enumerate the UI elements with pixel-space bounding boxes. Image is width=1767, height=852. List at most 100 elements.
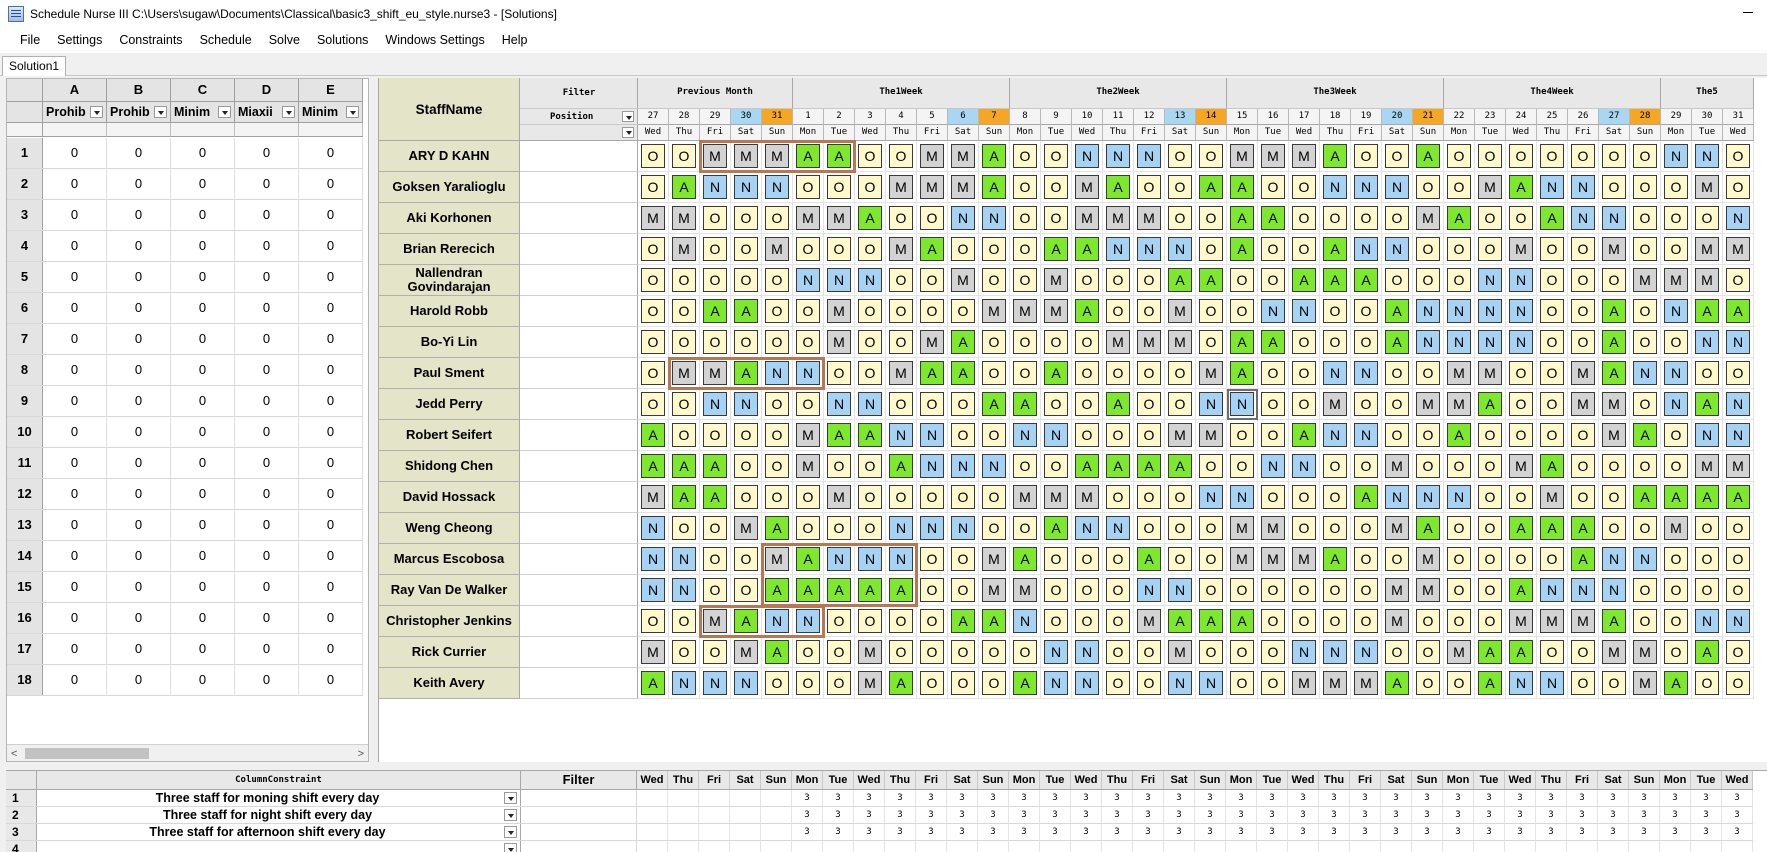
constraint-value-cell[interactable]: 0 bbox=[235, 572, 299, 602]
shift-badge[interactable]: A bbox=[1230, 361, 1254, 385]
constraint-value-cell[interactable]: 0 bbox=[107, 572, 171, 602]
shift-cell[interactable]: O bbox=[1351, 451, 1382, 482]
menu-help[interactable]: Help bbox=[502, 33, 528, 47]
shift-badge[interactable]: O bbox=[858, 516, 882, 540]
shift-cell[interactable]: O bbox=[762, 203, 793, 234]
shift-cell[interactable]: O bbox=[1103, 637, 1134, 668]
shift-cell[interactable]: A bbox=[1010, 544, 1041, 575]
constraint-count-cell[interactable]: 3 bbox=[1443, 790, 1474, 806]
shift-cell[interactable]: O bbox=[1320, 327, 1351, 358]
shift-cell[interactable]: A bbox=[1599, 358, 1630, 389]
shift-cell[interactable]: A bbox=[1475, 668, 1506, 699]
shift-cell[interactable]: M bbox=[1289, 544, 1320, 575]
shift-badge[interactable]: O bbox=[1323, 299, 1347, 323]
shift-cell[interactable]: O bbox=[793, 482, 824, 513]
constraint-count-cell[interactable] bbox=[699, 807, 730, 823]
staff-filter-cell[interactable] bbox=[520, 172, 638, 203]
shift-badge[interactable]: O bbox=[889, 206, 913, 230]
shift-cell[interactable]: O bbox=[886, 265, 917, 296]
shift-badge[interactable]: O bbox=[858, 609, 882, 633]
shift-cell[interactable]: O bbox=[1289, 234, 1320, 265]
shift-badge[interactable]: O bbox=[1571, 299, 1595, 323]
shift-cell[interactable]: O bbox=[1165, 172, 1196, 203]
shift-badge[interactable]: M bbox=[1571, 361, 1595, 385]
shift-cell[interactable]: O bbox=[1475, 575, 1506, 606]
shift-cell[interactable]: M bbox=[1041, 296, 1072, 327]
shift-badge[interactable]: M bbox=[1602, 423, 1626, 447]
shift-badge[interactable]: O bbox=[1075, 268, 1099, 292]
constraint-value-cell[interactable]: 0 bbox=[107, 138, 171, 168]
shift-cell[interactable]: O bbox=[886, 203, 917, 234]
shift-cell[interactable]: O bbox=[638, 172, 669, 203]
dropdown-icon[interactable] bbox=[504, 843, 517, 852]
shift-cell[interactable]: O bbox=[1599, 482, 1630, 513]
shift-cell[interactable]: O bbox=[1568, 668, 1599, 699]
constraint-value-cell[interactable]: 0 bbox=[235, 200, 299, 230]
shift-cell[interactable]: M bbox=[1630, 637, 1661, 668]
constraint-count-cell[interactable] bbox=[1257, 841, 1288, 852]
shift-cell[interactable]: A bbox=[793, 544, 824, 575]
shift-badge[interactable]: O bbox=[765, 392, 789, 416]
shift-cell[interactable]: O bbox=[1041, 327, 1072, 358]
shift-badge[interactable]: N bbox=[1695, 144, 1719, 168]
shift-cell[interactable]: O bbox=[1103, 575, 1134, 606]
shift-cell[interactable]: M bbox=[1723, 234, 1754, 265]
shift-badge[interactable]: O bbox=[1354, 578, 1378, 602]
shift-badge[interactable]: M bbox=[1261, 516, 1285, 540]
shift-cell[interactable]: O bbox=[1723, 575, 1754, 606]
shift-badge[interactable]: O bbox=[1137, 361, 1161, 385]
column-header-b[interactable]: B bbox=[107, 79, 171, 101]
shift-cell[interactable]: O bbox=[731, 203, 762, 234]
shift-badge[interactable]: N bbox=[1323, 175, 1347, 199]
shift-badge[interactable]: A bbox=[1230, 609, 1254, 633]
shift-cell[interactable]: A bbox=[1506, 513, 1537, 544]
constraint-count-cell[interactable] bbox=[730, 807, 761, 823]
shift-badge[interactable]: M bbox=[734, 640, 758, 664]
staff-name[interactable]: Christopher Jenkins bbox=[379, 606, 520, 637]
shift-cell[interactable]: O bbox=[1568, 234, 1599, 265]
shift-cell[interactable]: N bbox=[1692, 606, 1723, 637]
shift-badge[interactable]: N bbox=[858, 547, 882, 571]
shift-badge[interactable]: A bbox=[672, 454, 696, 478]
shift-badge[interactable]: O bbox=[734, 206, 758, 230]
shift-cell[interactable]: M bbox=[886, 172, 917, 203]
shift-badge[interactable]: A bbox=[1044, 237, 1068, 261]
shift-badge[interactable]: M bbox=[1106, 206, 1130, 230]
shift-cell[interactable]: O bbox=[855, 358, 886, 389]
shift-badge[interactable]: O bbox=[951, 578, 975, 602]
shift-badge[interactable]: N bbox=[1509, 671, 1533, 695]
shift-badge[interactable]: O bbox=[1664, 578, 1688, 602]
shift-badge[interactable]: A bbox=[1354, 268, 1378, 292]
constraint-value-cell[interactable]: 0 bbox=[299, 417, 363, 447]
shift-cell[interactable]: N bbox=[1475, 296, 1506, 327]
shift-cell[interactable]: O bbox=[1413, 234, 1444, 265]
shift-badge[interactable]: O bbox=[641, 299, 665, 323]
shift-badge[interactable]: M bbox=[1571, 392, 1595, 416]
menu-settings[interactable]: Settings bbox=[57, 33, 102, 47]
shift-badge[interactable]: A bbox=[796, 144, 820, 168]
constraint-count-cell[interactable] bbox=[885, 841, 916, 852]
constraint-count-cell[interactable]: 3 bbox=[823, 824, 854, 840]
shift-badge[interactable]: O bbox=[734, 485, 758, 509]
shift-badge[interactable]: A bbox=[1137, 547, 1161, 571]
shift-badge[interactable]: A bbox=[765, 516, 789, 540]
shift-badge[interactable]: N bbox=[951, 454, 975, 478]
constraint-count-cell[interactable]: 3 bbox=[854, 790, 885, 806]
shift-badge[interactable]: A bbox=[703, 299, 727, 323]
constraint-count-cell[interactable]: 3 bbox=[885, 807, 916, 823]
shift-badge[interactable]: O bbox=[889, 392, 913, 416]
shift-cell[interactable]: A bbox=[1227, 606, 1258, 637]
shift-cell[interactable]: M bbox=[700, 358, 731, 389]
shift-badge[interactable]: O bbox=[982, 671, 1006, 695]
shift-badge[interactable]: O bbox=[920, 609, 944, 633]
shift-badge[interactable]: M bbox=[1695, 175, 1719, 199]
staff-name[interactable]: Shidong Chen bbox=[379, 451, 520, 482]
constraint-count-cell[interactable] bbox=[1195, 841, 1226, 852]
shift-cell[interactable]: N bbox=[1692, 327, 1723, 358]
shift-cell[interactable]: O bbox=[1692, 544, 1723, 575]
shift-badge[interactable]: O bbox=[1261, 175, 1285, 199]
staff-filter-cell[interactable] bbox=[520, 141, 638, 172]
dropdown-icon[interactable] bbox=[346, 106, 359, 118]
shift-cell[interactable]: O bbox=[1320, 606, 1351, 637]
shift-badge[interactable]: O bbox=[1726, 268, 1750, 292]
